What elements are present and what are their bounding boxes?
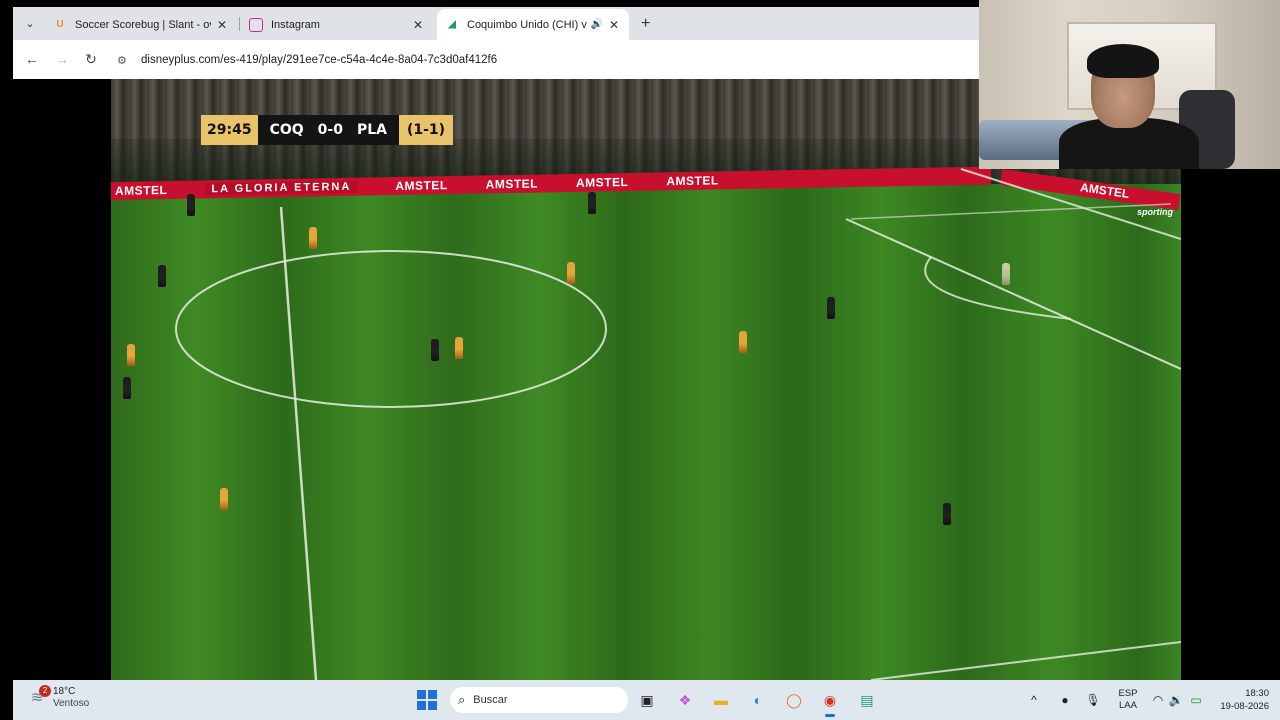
clock[interactable]: 18:30 19-08-2026: [1213, 687, 1269, 713]
taskbar-search-box[interactable]: ⌕ Buscar: [450, 687, 628, 713]
instagram-favicon-icon: [249, 17, 263, 32]
windows-logo-icon: [417, 690, 437, 710]
slant-favicon-icon: U: [56, 19, 64, 30]
tab-search-menu-icon[interactable]: ⌄: [21, 15, 39, 33]
tab-strip: ⌄ U Soccer Scorebug | Slant - overla ✕ I…: [13, 7, 979, 40]
player: [567, 262, 575, 284]
referee: [1002, 263, 1010, 285]
webcam-overlay: [979, 0, 1280, 169]
disney-plus-favicon-icon: ◢: [448, 19, 456, 30]
weather-text: 18°C Ventoso: [53, 686, 89, 710]
player: [827, 297, 835, 319]
pitch-lines: [175, 168, 1181, 680]
volume-icon[interactable]: 🔉: [1167, 693, 1185, 707]
chevron-up-icon[interactable]: ^: [1027, 693, 1041, 707]
search-icon: ⌕: [458, 692, 466, 707]
microphone-icon[interactable]: 🎙: [1081, 693, 1105, 707]
tab-title: Instagram: [271, 18, 320, 31]
file-explorer-icon[interactable]: ▬: [709, 688, 733, 712]
player: [187, 194, 195, 216]
close-icon[interactable]: ✕: [607, 18, 621, 32]
edge-icon[interactable]: ◐: [746, 688, 770, 712]
tab-soccer-scorebug[interactable]: U Soccer Scorebug | Slant - overla ✕: [45, 9, 237, 40]
aggregate-score: (1-1): [398, 115, 454, 145]
clock-time: 18:30: [1245, 688, 1269, 699]
disney-plus-app-icon[interactable]: ▤: [855, 688, 879, 712]
browser-toolbar: ← → ↻ ⚙ disneyplus.com/es-419/play/291ee…: [13, 40, 979, 79]
battery-icon[interactable]: ▭: [1185, 693, 1207, 707]
browser-window: ⌄ U Soccer Scorebug | Slant - overla ✕ I…: [13, 7, 979, 79]
away-team: PLA: [356, 122, 387, 138]
player: [943, 503, 951, 525]
player: [588, 192, 596, 214]
player: [309, 227, 317, 249]
player: [739, 331, 747, 353]
task-view-icon[interactable]: ▣: [635, 688, 659, 712]
tab-instagram[interactable]: Instagram ✕: [241, 9, 433, 40]
scorebug: 29:45 COQ 0-0 PLA (1-1): [201, 115, 454, 145]
match-clock: 29:45: [201, 115, 258, 145]
taskbar: ≋ 2 18°C Ventoso ⌕ Buscar ▣ ❖ ▬ ◐ ◯ ◉ ▤ …: [13, 680, 1280, 720]
player: [431, 339, 439, 361]
webcam-person-hair: [1087, 44, 1159, 78]
player: [127, 344, 135, 366]
score-panel: COQ 0-0 PLA: [257, 115, 399, 145]
box-top-line: [850, 203, 1172, 220]
close-icon[interactable]: ✕: [215, 18, 229, 32]
chrome-icon[interactable]: ◉: [818, 688, 842, 717]
opera-icon[interactable]: ◯: [782, 688, 806, 712]
forward-arrow-icon[interactable]: →: [53, 50, 71, 68]
player: [455, 337, 463, 359]
site-settings-icon[interactable]: ⚙: [117, 54, 133, 67]
weather-condition: Ventoso: [53, 698, 90, 709]
penalty-box-line: [845, 218, 1181, 370]
system-tray: ^ ● 🎙 ESP LAA ◠ 🔉 ▭ 18:30 19-08-2026: [1027, 680, 1269, 720]
close-icon[interactable]: ✕: [411, 18, 425, 32]
tab-coquimbo-match[interactable]: ◢ Coquimbo Unido (CHI) vs. P 🔊 ✕: [437, 9, 629, 40]
wind-icon: ≋ 2: [27, 685, 51, 708]
app-tray-icon[interactable]: ●: [1053, 693, 1077, 707]
touchline: [870, 641, 1181, 680]
match-score: 0-0: [317, 122, 343, 138]
goal-area-line: [960, 168, 1181, 240]
tab-title: Coquimbo Unido (CHI) vs. P: [467, 18, 587, 31]
language-bottom: LAA: [1119, 700, 1137, 711]
wifi-icon[interactable]: ◠: [1149, 693, 1167, 707]
home-team: COQ: [269, 122, 304, 138]
weather-widget[interactable]: ≋ 2 18°C Ventoso: [27, 685, 89, 710]
notification-badge: 2: [39, 685, 51, 697]
language-indicator[interactable]: ESP LAA: [1111, 688, 1145, 712]
screen: ⌄ U Soccer Scorebug | Slant - overla ✕ I…: [0, 0, 1280, 720]
active-app-indicator: [825, 714, 835, 717]
video-player[interactable]: AMSTEL LA GLORIA ETERNA AMSTEL AMSTEL AM…: [111, 79, 1181, 680]
tab-divider: [239, 17, 240, 31]
start-button[interactable]: [415, 688, 439, 712]
copilot-icon[interactable]: ❖: [673, 688, 697, 712]
player: [158, 265, 166, 287]
weather-temp: 18°C: [53, 686, 76, 697]
new-tab-plus-icon[interactable]: +: [641, 15, 650, 33]
language-top: ESP: [1118, 688, 1138, 699]
speaker-icon[interactable]: 🔊: [591, 19, 603, 30]
player: [123, 377, 131, 399]
player: [220, 488, 228, 510]
halfway-line: [279, 206, 318, 680]
back-arrow-icon[interactable]: ←: [23, 50, 41, 68]
address-bar[interactable]: ⚙ disneyplus.com/es-419/play/291ee7ce-c5…: [117, 46, 967, 74]
reload-icon[interactable]: ↻: [82, 50, 100, 68]
center-circle: [175, 250, 607, 408]
clock-date: 19-08-2026: [1220, 701, 1269, 712]
tab-title: Soccer Scorebug | Slant - overla: [75, 18, 211, 31]
search-placeholder: Buscar: [473, 694, 508, 706]
url-text: disneyplus.com/es-419/play/291ee7ce-c54a…: [141, 54, 498, 66]
